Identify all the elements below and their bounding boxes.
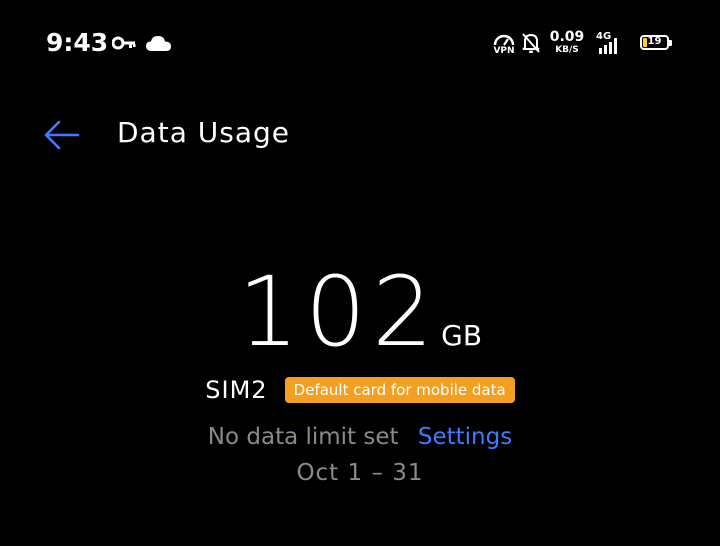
billing-period: Oct 1 – 31 — [296, 460, 424, 486]
network-speed-unit: KB/S — [555, 45, 579, 55]
battery-icon: 19 — [640, 35, 672, 50]
sim-row: SIM2 Default card for mobile data — [0, 376, 720, 404]
vpn-label: VPN — [493, 46, 515, 56]
status-time: 9:43 — [46, 28, 109, 57]
battery-level: 19 — [647, 36, 662, 47]
settings-link[interactable]: Settings — [418, 424, 512, 450]
battery-tip — [669, 40, 672, 46]
status-bar: 9:43 VPN 0.09 KB/S 4G 19 — [0, 0, 720, 88]
bell-off-icon — [522, 33, 540, 53]
cloud-icon — [146, 36, 171, 51]
default-card-badge: Default card for mobile data — [284, 377, 515, 403]
sim-label: SIM2 — [205, 376, 268, 404]
usage-unit: GB — [441, 319, 483, 352]
network-speed-value: 0.09 — [549, 29, 585, 45]
key-icon — [112, 36, 136, 50]
network-speed: 0.09 KB/S — [549, 30, 585, 55]
back-arrow-icon — [44, 120, 80, 150]
signal-icon — [599, 38, 617, 54]
back-button[interactable] — [42, 118, 82, 152]
data-limit-row: No data limit set Settings — [0, 424, 720, 450]
page-title: Data Usage — [117, 116, 290, 149]
usage-value: 102 — [237, 256, 440, 368]
data-limit-text: No data limit set — [207, 424, 399, 450]
usage-display: 102GB — [0, 256, 720, 368]
